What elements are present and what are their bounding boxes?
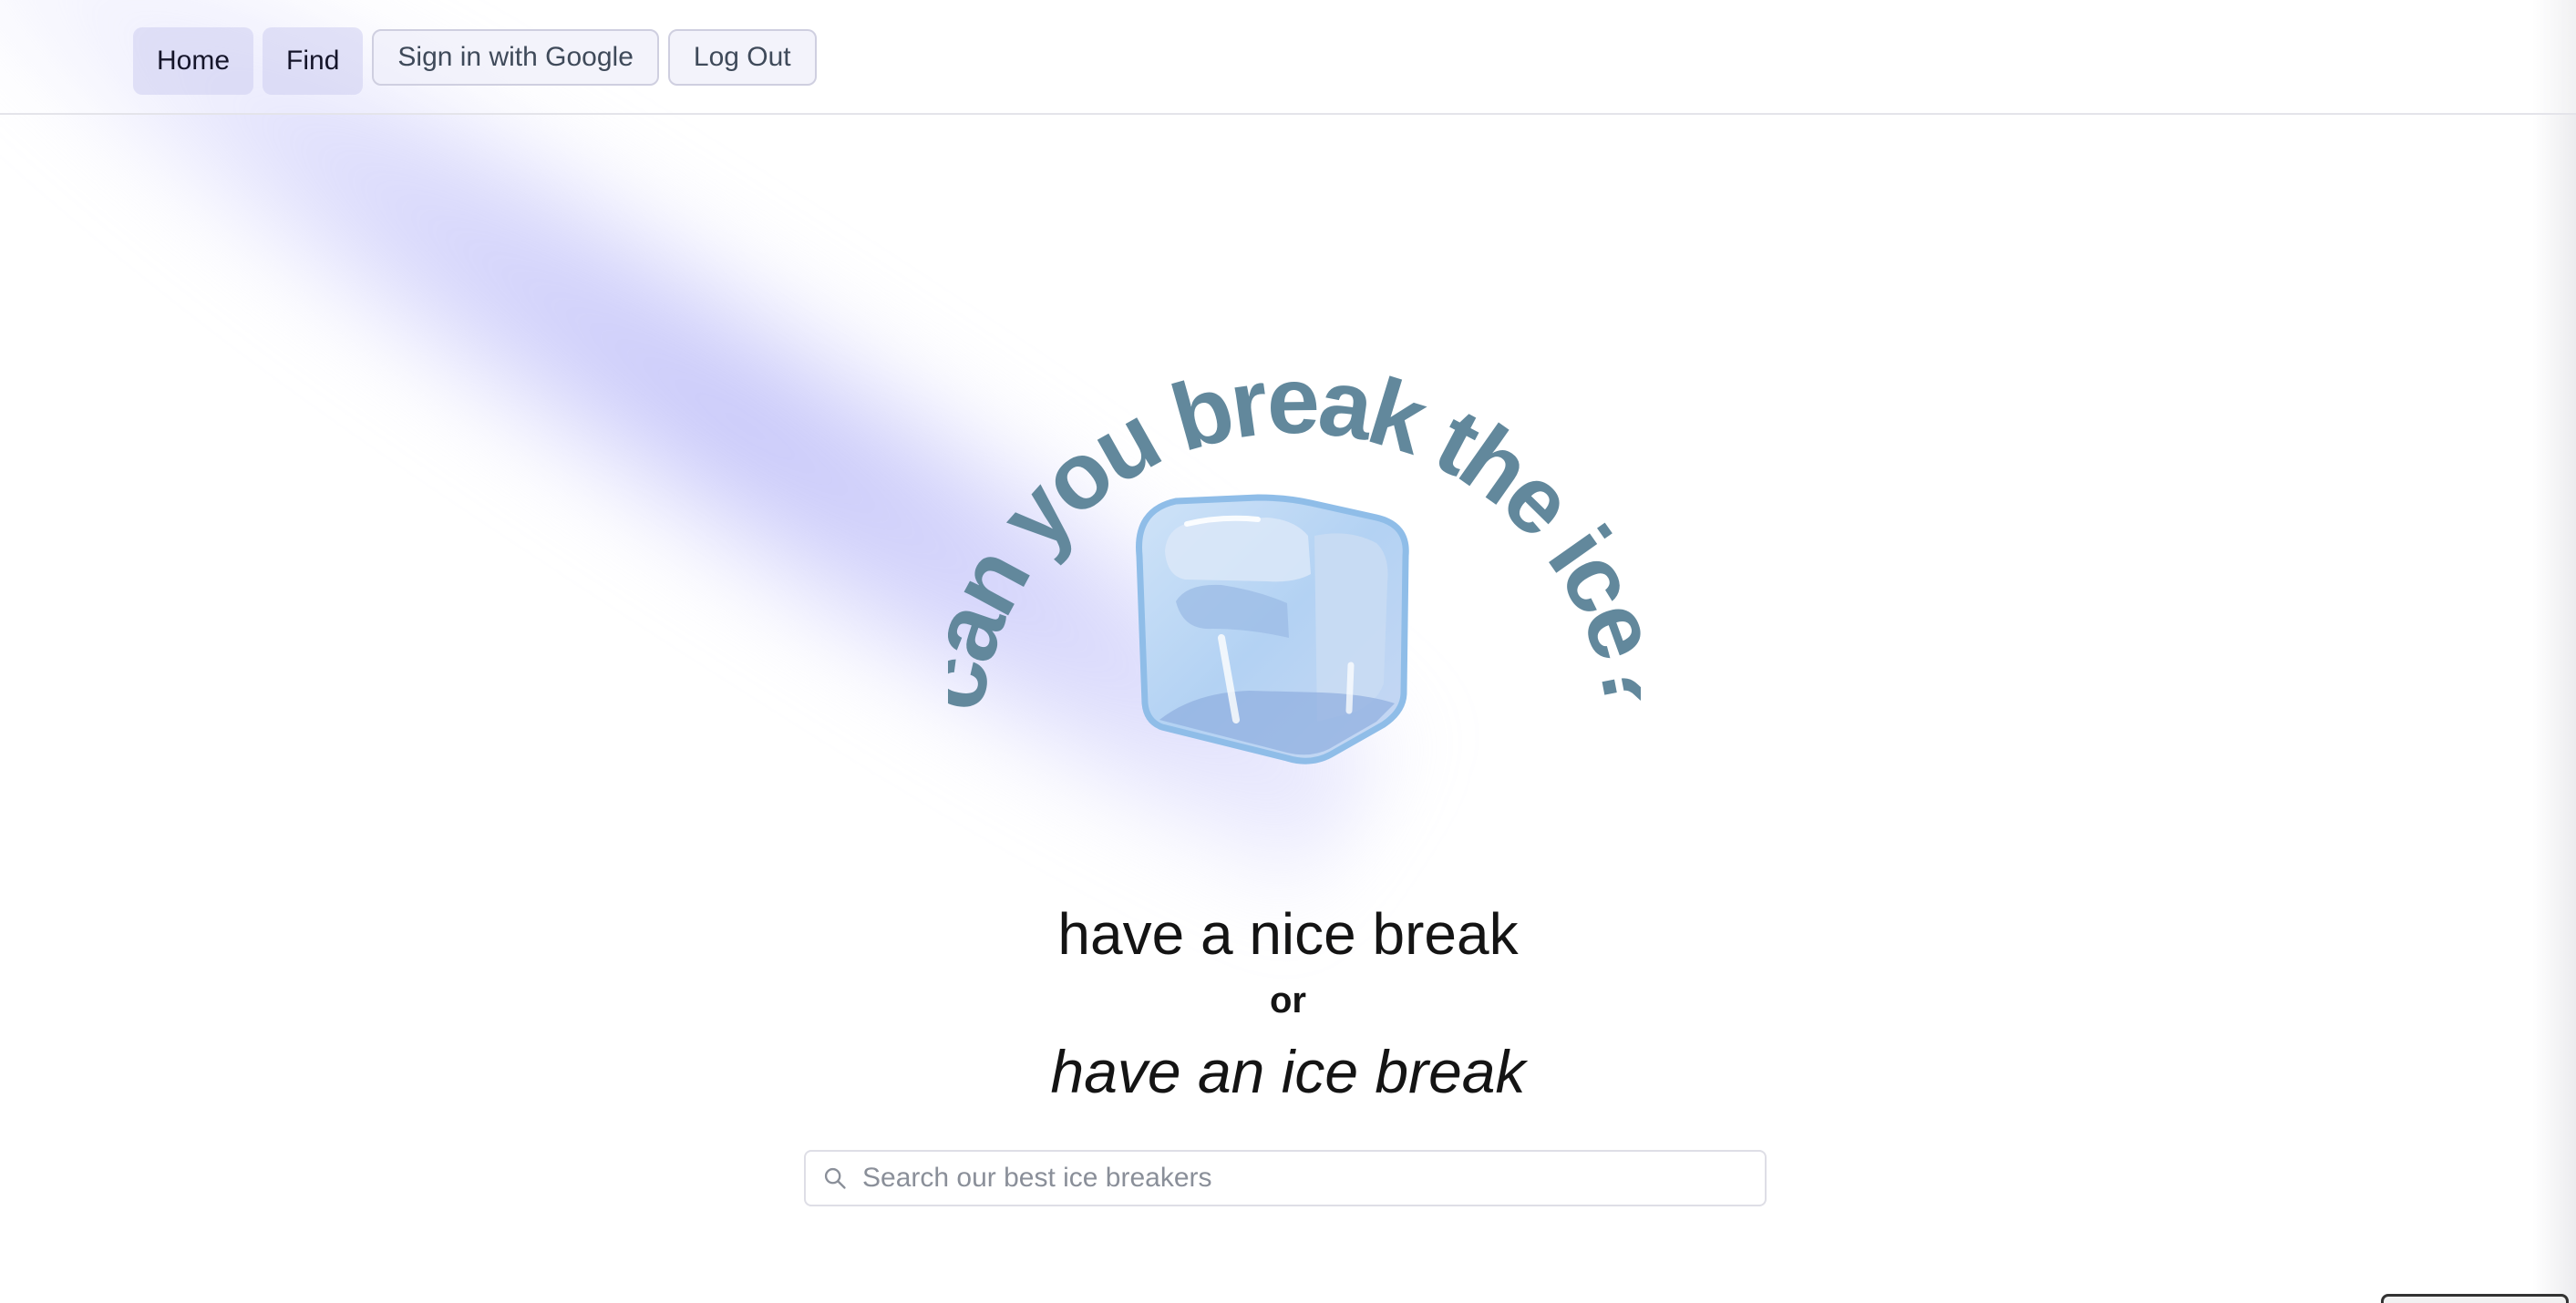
- search-input[interactable]: [860, 1162, 1739, 1195]
- ice-cube-icon: [1136, 494, 1409, 764]
- ice-logo: can you break the ice?: [897, 348, 1696, 784]
- ice-logo-graphic: can you break the ice?: [897, 348, 1696, 764]
- page: Home Find Sign in with Google Log Out yo…: [0, 0, 2576, 1303]
- log-out-button[interactable]: Log Out: [667, 29, 817, 86]
- corner-widget[interactable]: [2381, 1294, 2569, 1303]
- top-nav-bar: Home Find Sign in with Google Log Out: [0, 0, 2576, 115]
- sign-in-google-button[interactable]: Sign in with Google: [372, 29, 659, 86]
- find-button[interactable]: Find: [263, 27, 364, 95]
- home-button[interactable]: Home: [133, 27, 254, 95]
- search-bar[interactable]: [804, 1150, 1767, 1206]
- hero-line-1: have a nice break: [1057, 901, 1519, 967]
- search-icon: [824, 1167, 846, 1189]
- hero-line-or: or: [1270, 980, 1306, 1021]
- window-edge-shadow: [2532, 0, 2576, 1303]
- nav-menu: Home Find Sign in with Google Log Out: [133, 22, 817, 95]
- hero-line-3: have an ice break: [1050, 1038, 1526, 1105]
